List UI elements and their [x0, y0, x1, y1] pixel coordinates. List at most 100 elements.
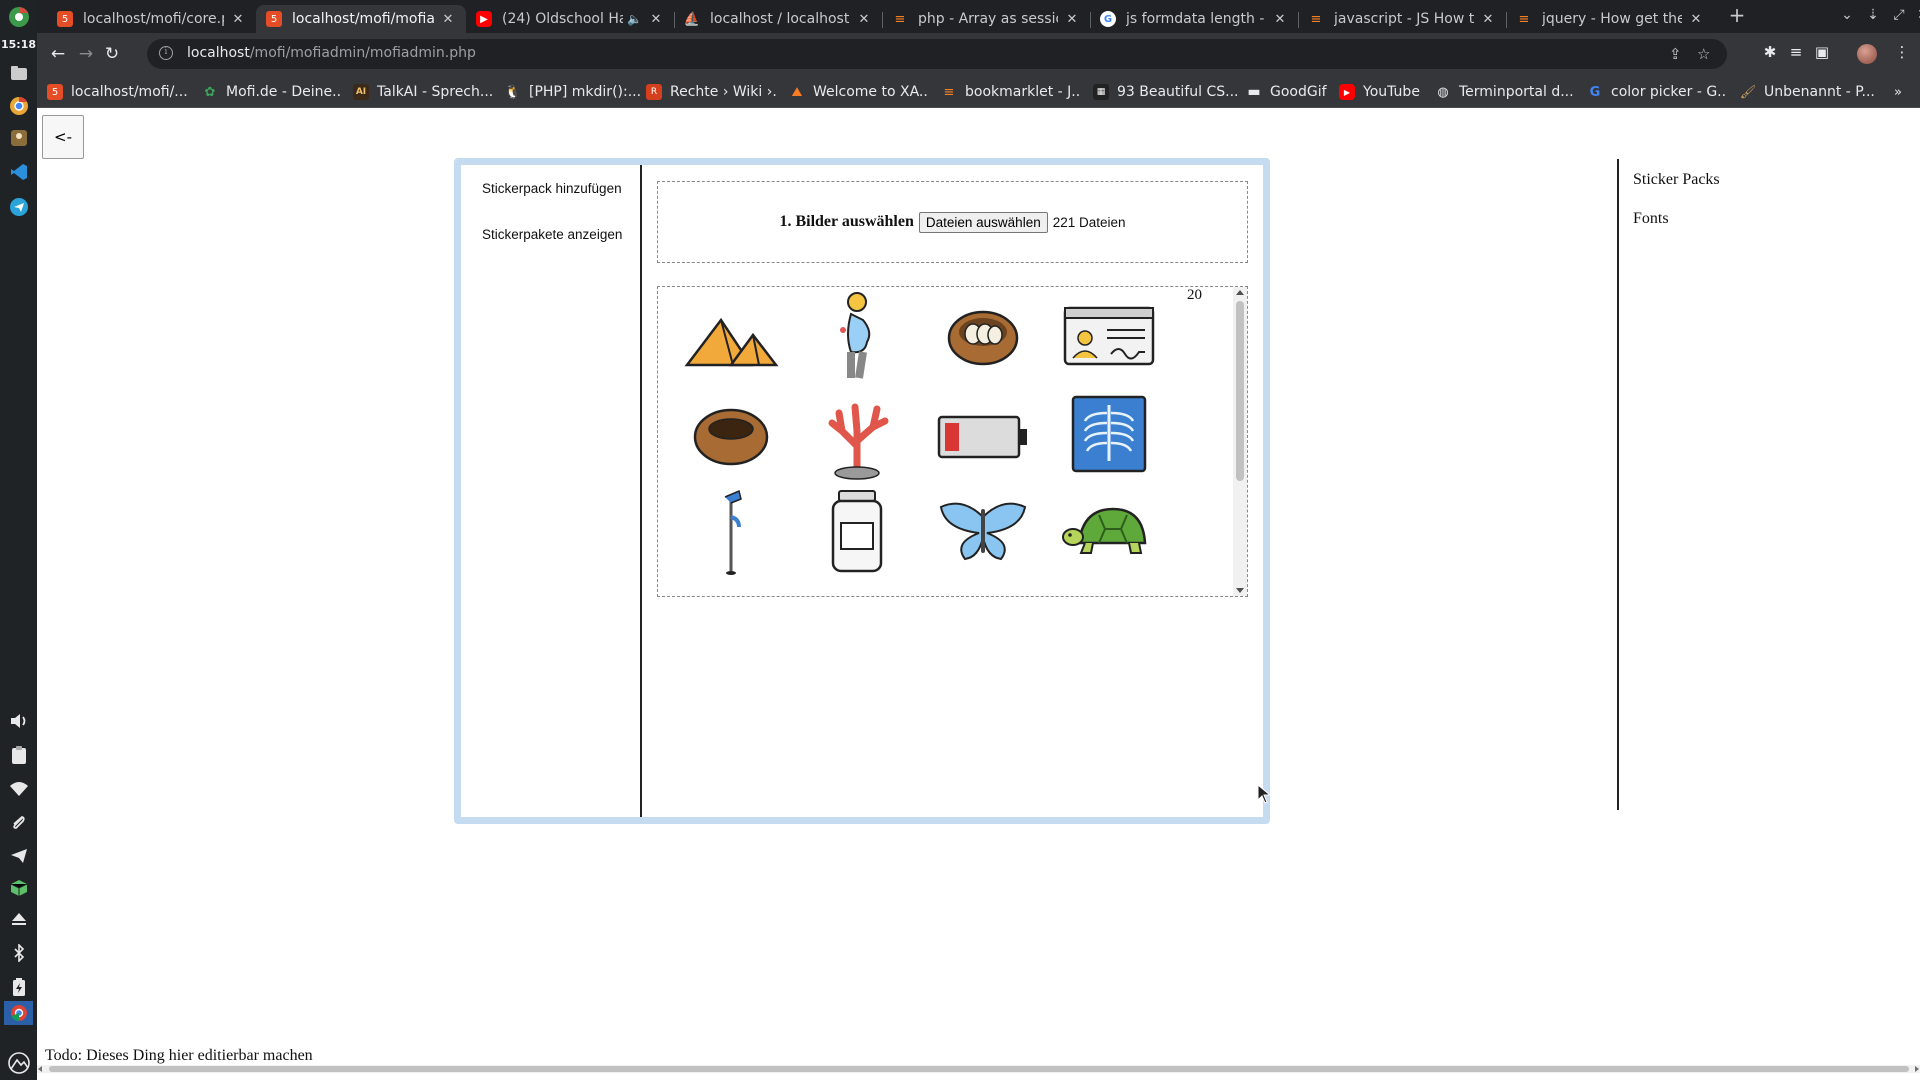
butterfly-icon[interactable]	[933, 487, 1033, 577]
close-icon[interactable]: ✕	[856, 12, 872, 27]
chrome-icon[interactable]	[4, 1001, 33, 1025]
tab-php-array[interactable]: ≡ php - Array as sessio ✕	[882, 5, 1090, 33]
tab-phpmyadmin[interactable]: ⛵ localhost / localhost ✕	[674, 5, 882, 33]
bookmark-star-icon[interactable]: ☆	[1697, 45, 1710, 63]
close-icon[interactable]: ✕	[648, 12, 664, 27]
bookmark-terminportal[interactable]: ◍ Terminportal d...	[1435, 82, 1575, 102]
sticker-preview-grid[interactable]: 20	[657, 286, 1248, 597]
paperclip-icon[interactable]	[6, 810, 31, 835]
low-battery-icon[interactable]	[933, 391, 1033, 481]
contacts-icon[interactable]	[6, 125, 31, 150]
eject-icon[interactable]	[6, 906, 31, 931]
back-arrow-icon[interactable]: ←	[46, 42, 70, 66]
chrome-icon[interactable]	[6, 4, 31, 29]
minimize-icon[interactable]: ⇣	[1863, 7, 1883, 23]
close-icon[interactable]: ✕	[440, 12, 456, 27]
bookmark-rechte[interactable]: R Rechte › Wiki ›...	[646, 82, 776, 102]
volume-icon[interactable]	[6, 708, 31, 733]
bookmark-xampp[interactable]: ⛰ Welcome to XA...	[789, 82, 929, 102]
telegram-icon[interactable]	[6, 194, 31, 219]
nest-with-eggs-icon[interactable]	[933, 290, 1033, 380]
choose-files-button[interactable]: Dateien auswählen	[918, 211, 1048, 233]
chrome-icon[interactable]	[6, 93, 31, 118]
activities-icon[interactable]	[6, 1050, 31, 1075]
bookmark-mofi[interactable]: ✿ Mofi.de - Deine...	[202, 82, 342, 102]
pregnant-woman-icon[interactable]	[807, 290, 907, 380]
turtle-icon[interactable]	[1059, 487, 1159, 577]
stackoverflow-icon: ≡	[943, 84, 955, 100]
wiki-icon: R	[646, 84, 662, 100]
menu-item-add-stickerpack[interactable]: Stickerpack hinzufügen	[482, 181, 622, 196]
jar-icon[interactable]	[807, 487, 907, 577]
battery-icon[interactable]	[6, 974, 31, 999]
close-icon[interactable]: ✕	[1480, 12, 1496, 27]
package-icon[interactable]	[6, 875, 31, 900]
reload-icon[interactable]: ↻	[100, 42, 124, 66]
scroll-down-arrow-icon[interactable]	[1236, 588, 1244, 593]
menu-item-show-stickerpacks[interactable]: Stickerpakete anzeigen	[482, 227, 622, 242]
extensions-icon[interactable]: ✱	[1759, 43, 1781, 61]
media-control-icon[interactable]: ≡	[1785, 43, 1807, 61]
nav-sticker-packs[interactable]: Sticker Packs	[1633, 171, 1720, 189]
bookmark-unbenannt[interactable]: 🖌 Unbenannt - P...	[1740, 82, 1880, 102]
bluetooth-icon[interactable]	[6, 940, 31, 965]
bookmark-bookmarklet[interactable]: ≡ bookmarklet - J...	[941, 82, 1081, 102]
tab-search-icon[interactable]: ⌄	[1837, 7, 1857, 23]
tab-jquery[interactable]: ≡ jquery - How get the ✕	[1506, 5, 1714, 33]
google-icon: G	[1589, 84, 1601, 100]
scroll-right-arrow-icon[interactable]	[1915, 1066, 1919, 1072]
close-icon[interactable]: ✕	[1064, 12, 1080, 27]
tab-mofiadmin[interactable]: 5 localhost/mofi/mofia ✕	[256, 5, 466, 33]
sticker-scrollbar[interactable]	[1233, 287, 1247, 596]
profile-avatar[interactable]	[1857, 44, 1877, 64]
scroll-thumb[interactable]	[49, 1066, 1909, 1072]
tab-oldschool[interactable]: ▶ (24) Oldschool Ha 🔈 ✕	[466, 5, 674, 33]
coral-icon[interactable]	[807, 391, 907, 481]
close-icon[interactable]: ✕	[230, 12, 246, 27]
more-bookmarks-icon[interactable]: »	[1894, 82, 1910, 102]
maximize-icon[interactable]: ⤢	[1889, 7, 1909, 23]
google-icon: G	[1100, 11, 1116, 27]
forward-arrow-icon[interactable]: →	[74, 42, 98, 66]
new-tab-icon[interactable]: +	[1727, 3, 1747, 27]
id-card-icon[interactable]	[1059, 290, 1159, 380]
tab-js-how[interactable]: ≡ javascript - JS How to ✕	[1298, 5, 1506, 33]
audio-playing-icon[interactable]: 🔈	[627, 12, 642, 26]
page-content: <- Stickerpack hinzufügen Stickerpakete …	[37, 108, 1920, 1073]
tab-formdata[interactable]: G js formdata length - ✕	[1090, 5, 1298, 33]
vscode-icon[interactable]	[6, 159, 31, 184]
menu-kebab-icon[interactable]: ⋮	[1891, 43, 1913, 61]
crutch-icon[interactable]	[681, 487, 781, 577]
tab-core[interactable]: 5 localhost/mofi/core.p ✕	[47, 5, 256, 33]
bookmark-color-picker[interactable]: Gcolor picker - G...	[1587, 82, 1727, 102]
admin-menu: Stickerpack hinzufügen Stickerpakete anz…	[461, 165, 642, 817]
clipboard-icon[interactable]	[6, 742, 31, 767]
address-bar[interactable]: i localhost/mofi/mofiadmin/mofiadmin.php…	[147, 39, 1727, 69]
url-text[interactable]: localhost/mofi/mofiadmin/mofiadmin.php	[187, 45, 476, 61]
horizontal-scrollbar[interactable]	[37, 1065, 1920, 1073]
close-window-icon[interactable]: ✕	[1913, 7, 1920, 23]
pyramids-icon[interactable]	[681, 290, 781, 380]
scroll-left-arrow-icon[interactable]	[38, 1066, 42, 1072]
back-button[interactable]: <-	[42, 115, 84, 159]
close-icon[interactable]: ✕	[1272, 12, 1288, 27]
share-icon[interactable]: ⇪	[1669, 45, 1682, 63]
close-icon[interactable]: ✕	[1688, 12, 1704, 27]
empty-nest-icon[interactable]	[681, 391, 781, 481]
palm-icon: ✿	[204, 84, 216, 100]
youtube-icon: ▶	[1339, 84, 1355, 100]
bookmark-php-mkdir[interactable]: 🐧 [PHP] mkdir():...	[505, 82, 655, 102]
scroll-up-arrow-icon[interactable]	[1236, 290, 1244, 295]
bookmark-talkai[interactable]: AI TalkAI - Sprech...	[353, 82, 493, 102]
info-icon[interactable]: i	[159, 46, 173, 60]
bookmark-youtube[interactable]: ▶ YouTube	[1339, 82, 1439, 102]
scroll-thumb[interactable]	[1236, 301, 1244, 481]
bookmark-localhost[interactable]: 5 localhost/mofi/...	[47, 82, 197, 102]
nav-fonts[interactable]: Fonts	[1633, 210, 1669, 228]
os-dock: 15:18	[0, 0, 37, 1080]
files-icon[interactable]	[6, 60, 31, 85]
x-ray-icon[interactable]	[1059, 391, 1159, 481]
telegram-icon[interactable]	[6, 843, 31, 868]
side-panel-icon[interactable]: ▣	[1811, 43, 1833, 61]
wifi-icon[interactable]	[6, 776, 31, 801]
